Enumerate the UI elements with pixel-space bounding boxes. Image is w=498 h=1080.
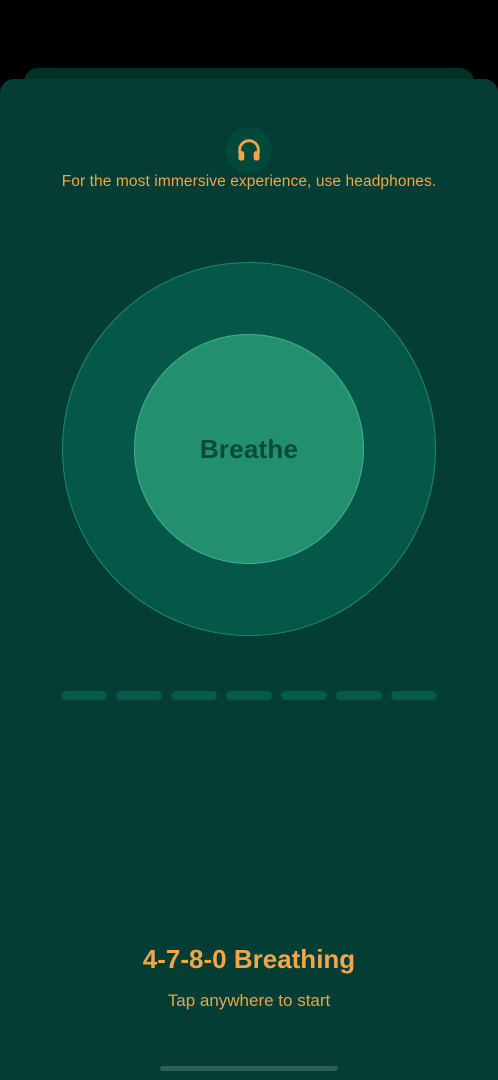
progress-segment bbox=[171, 691, 217, 700]
progress-segment bbox=[281, 691, 327, 700]
app-screen: For the most immersive experience, use h… bbox=[0, 0, 498, 1080]
headphones-hint: For the most immersive experience, use h… bbox=[61, 173, 437, 190]
breathe-label: Breathe bbox=[199, 433, 299, 464]
cycle-progress bbox=[61, 691, 437, 701]
headphones-badge bbox=[226, 127, 272, 173]
progress-segment bbox=[391, 691, 437, 700]
home-indicator[interactable] bbox=[160, 1066, 338, 1071]
progress-segment bbox=[61, 691, 107, 700]
headphones-icon bbox=[238, 139, 260, 161]
exercise-title: 4-7-8-0 Breathing bbox=[142, 944, 356, 974]
progress-segment bbox=[116, 691, 162, 700]
progress-segment bbox=[226, 691, 272, 700]
progress-segment bbox=[336, 691, 382, 700]
breath-inner-circle: Breathe bbox=[134, 334, 364, 564]
start-hint: Tap anywhere to start bbox=[167, 991, 331, 1010]
